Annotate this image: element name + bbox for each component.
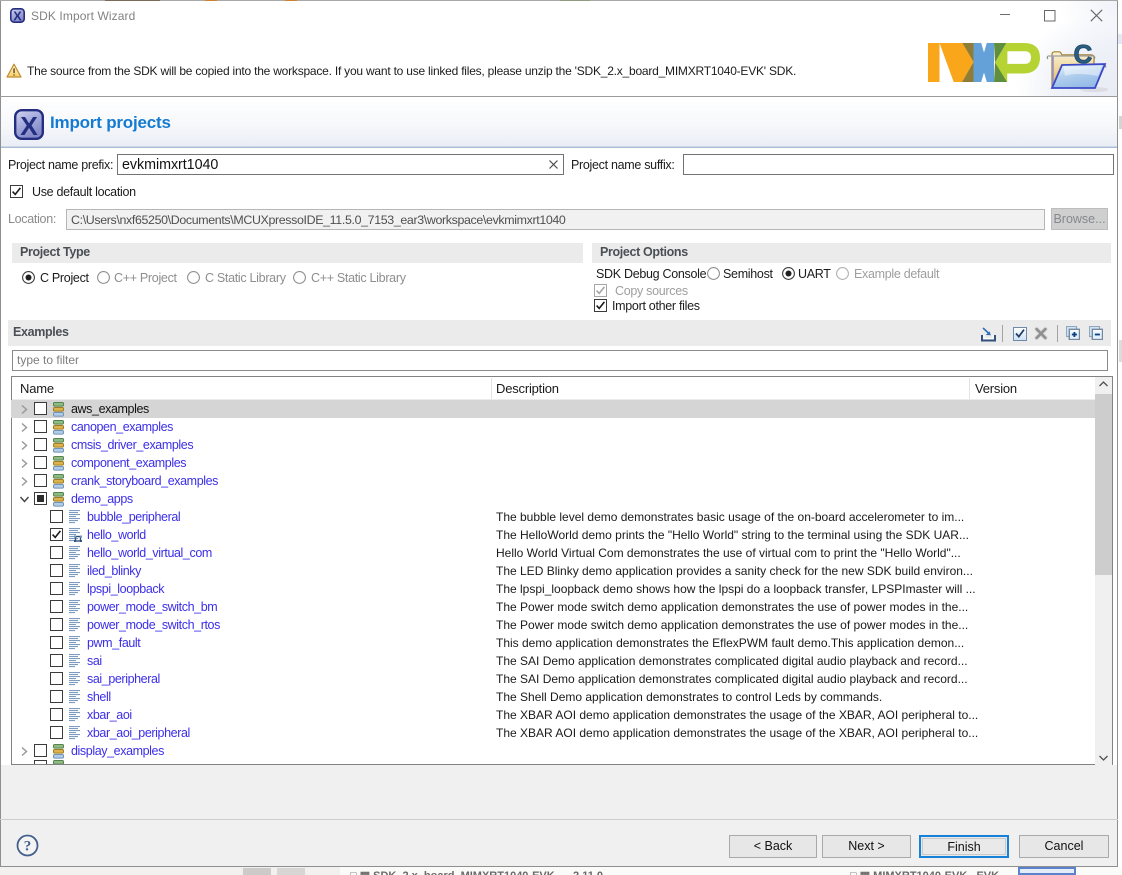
svg-text:?: ? <box>24 839 32 855</box>
svg-text:X: X <box>13 9 22 23</box>
svg-text:X: X <box>20 111 38 140</box>
